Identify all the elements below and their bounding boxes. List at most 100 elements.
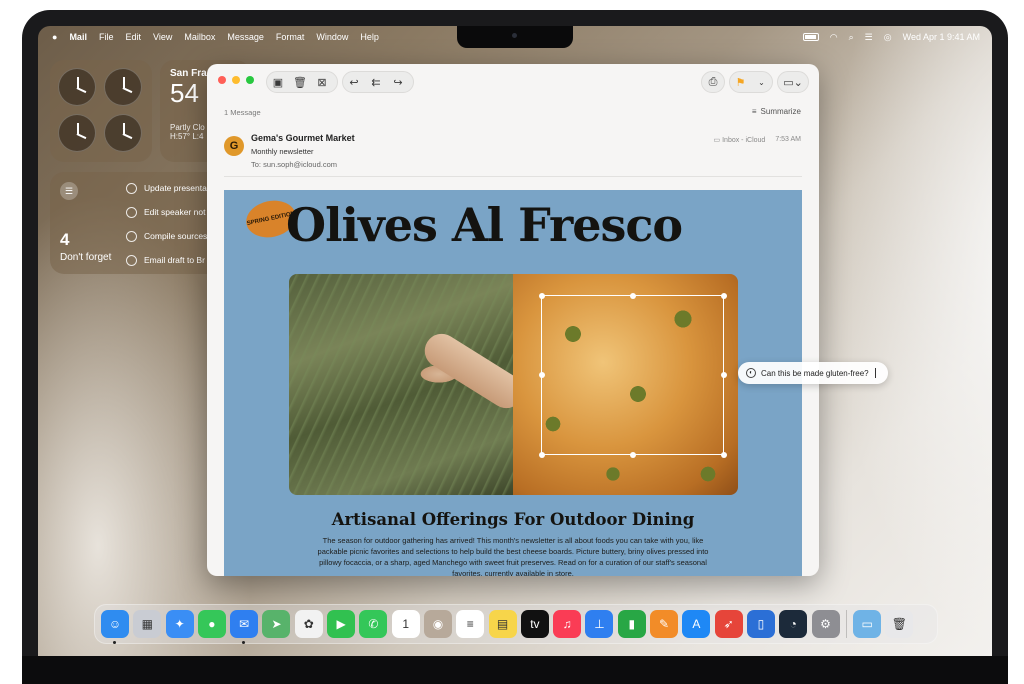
menu-mailbox[interactable]: Mailbox bbox=[184, 32, 215, 42]
mail-icon[interactable]: ✉ bbox=[230, 610, 259, 644]
spotlight-search-icon[interactable]: ⌕ bbox=[849, 32, 854, 43]
messages-icon[interactable]: ● bbox=[197, 610, 226, 638]
olive-tree-photo bbox=[289, 274, 530, 495]
settings-icon[interactable]: ⚙ bbox=[811, 610, 840, 638]
chevron-down-icon[interactable]: ⌄ bbox=[751, 72, 772, 92]
reply-actions-group: ↩ ⇇ ↪ bbox=[342, 71, 414, 93]
clock-face bbox=[58, 114, 96, 152]
numbers-icon[interactable]: ▮ bbox=[617, 610, 646, 638]
siri-icon[interactable]: ◎ bbox=[884, 32, 892, 43]
minimize-window-button[interactable] bbox=[232, 76, 240, 84]
menu-window[interactable]: Window bbox=[316, 32, 348, 42]
simulator-icon[interactable]: ▯ bbox=[746, 610, 775, 638]
to-label: To: bbox=[251, 160, 262, 169]
checkbox-circle-icon[interactable] bbox=[126, 182, 137, 194]
zoom-window-button[interactable] bbox=[246, 76, 254, 84]
menu-view[interactable]: View bbox=[153, 32, 172, 42]
calendar-icon[interactable]: 1 bbox=[391, 610, 420, 638]
message-count: 1 Message bbox=[224, 108, 261, 117]
reminders-icon[interactable]: ≡ bbox=[456, 610, 485, 638]
selection-handle[interactable] bbox=[538, 372, 545, 378]
menu-edit[interactable]: Edit bbox=[125, 32, 141, 42]
sender-name[interactable]: Gema's Gourmet Market bbox=[251, 133, 355, 143]
message-meta: ▭ Inbox - iCloud 7:53 AM bbox=[714, 136, 801, 144]
recipient-address[interactable]: sun.soph@icloud.com bbox=[263, 160, 337, 169]
camera-notch bbox=[457, 26, 573, 48]
menu-file[interactable]: File bbox=[99, 32, 114, 42]
menu-app-name[interactable]: Mail bbox=[69, 32, 87, 42]
recipient-line: To: sun.soph@icloud.com bbox=[251, 160, 337, 169]
checkbox-circle-icon[interactable] bbox=[126, 206, 137, 218]
music-icon[interactable]: ♫ bbox=[553, 610, 582, 638]
mailbox-label: ▭ Inbox - iCloud bbox=[714, 136, 766, 144]
facetime-icon[interactable]: ▶ bbox=[327, 610, 356, 638]
battery-icon[interactable] bbox=[802, 33, 819, 41]
selection-handle[interactable] bbox=[538, 451, 545, 458]
window-controls bbox=[218, 76, 254, 84]
menu-datetime[interactable]: Wed Apr 1 9:41 AM bbox=[903, 32, 980, 42]
selection-handle[interactable] bbox=[630, 451, 636, 458]
summarize-button[interactable]: ≡ Summarize bbox=[752, 107, 801, 116]
close-window-button[interactable] bbox=[218, 76, 226, 84]
dock: ☺ ▦ ✦ ● ✉ ➤ ✿ ▶ ✆ 1 ◉ ≡ ▤ tv ♫ ⊥ ▮ ✎ A ➶ ▯ ◔ ⚙ ▭ 🗑 bbox=[94, 604, 938, 644]
archive-icon[interactable]: ▣ bbox=[267, 72, 289, 92]
reminder-item[interactable]: Compile sources bbox=[126, 224, 207, 248]
selection-handle[interactable] bbox=[538, 292, 545, 299]
checkbox-circle-icon[interactable] bbox=[126, 254, 137, 266]
trash-icon[interactable]: 🗑 bbox=[289, 72, 311, 92]
control-center-icon[interactable]: ☰ bbox=[865, 32, 873, 43]
email-subject: Monthly newsletter bbox=[251, 147, 314, 156]
avatar: G bbox=[224, 136, 244, 156]
article-title: Artisanal Offerings For Outdoor Dining bbox=[331, 510, 695, 529]
apple-menu-icon[interactable]: ● bbox=[52, 32, 57, 42]
contacts-icon[interactable]: ◉ bbox=[423, 610, 452, 638]
notes-icon[interactable]: ▤ bbox=[488, 610, 517, 638]
menu-message[interactable]: Message bbox=[227, 32, 264, 42]
launchpad-icon[interactable]: ▦ bbox=[133, 610, 162, 638]
finder-icon[interactable]: ☺ bbox=[101, 610, 129, 644]
reminder-item[interactable]: Email draft to Br bbox=[126, 248, 207, 272]
image-selection-box[interactable] bbox=[538, 292, 727, 458]
move-to-folder-icon[interactable]: ▭⌄ bbox=[778, 72, 808, 92]
speedometer-icon[interactable]: ◔ bbox=[779, 610, 808, 638]
move-group: ▭⌄ bbox=[777, 71, 809, 93]
phone-icon[interactable]: ✆ bbox=[359, 610, 388, 638]
flag-icon[interactable]: ⚑ bbox=[730, 72, 751, 92]
menu-help[interactable]: Help bbox=[360, 32, 379, 42]
trash-icon[interactable]: 🗑 bbox=[885, 610, 914, 638]
print-icon[interactable]: ⎙ bbox=[702, 72, 724, 92]
intelligence-icon: ◐ bbox=[746, 368, 756, 378]
visual-query-input[interactable]: ◐ Can this be made gluten-free? bbox=[738, 362, 888, 384]
reminder-text: Edit speaker not bbox=[144, 207, 206, 217]
tv-icon[interactable]: tv bbox=[520, 610, 549, 638]
pages-icon[interactable]: ✎ bbox=[650, 610, 679, 638]
reminder-text: Update presenta bbox=[144, 183, 207, 193]
text-cursor bbox=[874, 368, 876, 378]
desktop: ● Mail File Edit View Mailbox Message Fo… bbox=[38, 26, 992, 656]
selection-handle[interactable] bbox=[630, 292, 636, 299]
world-clock-widget[interactable] bbox=[50, 60, 152, 162]
reply-all-icon[interactable]: ⇇ bbox=[365, 72, 387, 92]
maps-icon[interactable]: ➤ bbox=[262, 610, 291, 638]
article-body: The season for outdoor gathering has arr… bbox=[317, 536, 709, 576]
running-indicator bbox=[113, 641, 116, 644]
reminder-item[interactable]: Edit speaker not bbox=[126, 200, 207, 224]
downloads-folder-icon[interactable]: ▭ bbox=[853, 610, 882, 638]
safari-icon[interactable]: ✦ bbox=[165, 610, 194, 638]
junk-icon[interactable]: ⊠ bbox=[311, 72, 333, 92]
rocket-icon[interactable]: ➶ bbox=[714, 610, 743, 638]
reply-icon[interactable]: ↩ bbox=[343, 72, 365, 92]
keynote-icon[interactable]: ⊥ bbox=[585, 610, 614, 638]
checkbox-circle-icon[interactable] bbox=[126, 230, 137, 242]
selection-handle[interactable] bbox=[720, 451, 727, 458]
clock-face bbox=[58, 68, 96, 106]
selection-handle[interactable] bbox=[720, 292, 727, 299]
wifi-icon[interactable]: ◠ bbox=[830, 32, 838, 43]
mailbox-name: Inbox - iCloud bbox=[722, 137, 766, 144]
photos-icon[interactable]: ✿ bbox=[294, 610, 323, 638]
menu-format[interactable]: Format bbox=[276, 32, 305, 42]
selection-handle[interactable] bbox=[720, 372, 727, 378]
forward-icon[interactable]: ↪ bbox=[387, 72, 409, 92]
app-store-icon[interactable]: A bbox=[682, 610, 711, 638]
reminder-item[interactable]: Update presenta bbox=[126, 176, 207, 200]
